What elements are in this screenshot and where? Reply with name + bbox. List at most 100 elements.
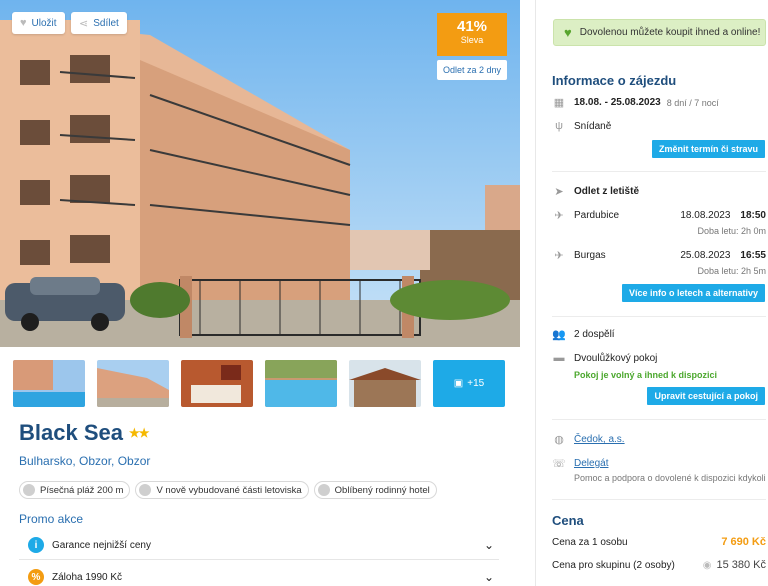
divider: [552, 499, 766, 500]
trip-dates: ▦ 18.08. - 25.08.2023 8 dní / 7 nocí: [552, 96, 766, 109]
hotel-main-photo[interactable]: ♥ Uložit ⋖ Sdílet 41% Sleva Odlet za 2 d…: [0, 0, 520, 347]
tag-beach: Písečná pláž 200 m: [19, 481, 131, 499]
star-rating-icon: ★★: [128, 426, 149, 440]
discount-label: Sleva: [460, 35, 484, 45]
banner-text: Dovolenou můžete koupit ihned a online!: [579, 27, 761, 38]
share-button[interactable]: ⋖ Sdílet: [71, 12, 127, 34]
check-icon: [139, 484, 152, 496]
departure-title: Odlet z letiště: [574, 186, 640, 197]
price-per-person-label: Cena za 1 osobu: [552, 536, 628, 548]
departure-chip: Odlet za 2 dny: [437, 60, 507, 80]
flight-return: ✈ Burgas 25.08.2023 16:55: [552, 249, 766, 262]
price-per-person: Cena za 1 osobu 7 690 Kč: [552, 536, 766, 548]
heart-icon: ♥: [20, 17, 27, 29]
gallery-icon: ▣: [453, 378, 464, 389]
divider: [552, 316, 766, 317]
travelers-label: 2 dospělí: [574, 329, 615, 340]
hotel-location[interactable]: Bulharsko, Obzor, Obzor: [19, 454, 150, 468]
info-icon: i: [28, 537, 44, 553]
users-icon: 👥: [552, 329, 566, 341]
percent-icon: %: [28, 569, 44, 585]
divider: [19, 559, 499, 560]
thumbnail-terrace[interactable]: [349, 360, 421, 407]
promo-item-price-guarantee[interactable]: i Garance nejnižší ceny ⌄: [28, 535, 494, 555]
trip-duration: 8 dní / 7 nocí: [666, 97, 719, 108]
globe-icon: ◍: [554, 434, 564, 446]
promo-label: Garance nejnižší ceny: [52, 539, 151, 551]
flight-date: 25.08.2023: [680, 250, 731, 261]
save-button[interactable]: ♥ Uložit: [12, 12, 65, 34]
thumbnail-building[interactable]: [97, 360, 169, 407]
hotel-tags: Písečná pláž 200 m V nově vybudované čás…: [19, 481, 437, 499]
thumbnail-pool[interactable]: [13, 360, 85, 407]
more-photos-button[interactable]: ▣ +15: [433, 360, 505, 407]
tag-label: Oblíbený rodinný hotel: [334, 484, 430, 496]
price-group-label: Cena pro skupinu (2 osoby): [552, 559, 675, 571]
tag-label: V nově vybudované části letoviska: [156, 484, 302, 496]
board-label: Snídaně: [574, 120, 612, 132]
delegate-link[interactable]: Delegát: [574, 458, 608, 469]
plane-landing-icon: ✈: [554, 250, 564, 262]
chevron-down-icon[interactable]: ⌄: [484, 538, 494, 552]
discount-badge: 41% Sleva: [437, 13, 507, 56]
agency: ◍ Čedok, a.s.: [552, 433, 766, 446]
flight-date: 18.08.2023: [680, 210, 731, 221]
hotel-title: Black Sea ★★: [19, 420, 149, 446]
flight-time: 16:55: [740, 250, 766, 261]
promo-item-deposit[interactable]: % Záloha 1990 Kč ⌄: [28, 567, 494, 586]
room-status-label: Pokoj je volný a ihned k dispozici: [574, 370, 718, 380]
thumbnail-pool-area[interactable]: [265, 360, 337, 407]
booking-sidebar: ♥ Dovolenou můžete koupit ihned a online…: [535, 0, 768, 586]
discount-percent: 41%: [456, 18, 488, 35]
hotel-name: Black Sea: [19, 420, 123, 445]
room-label: Dvoulůžkový pokoj: [574, 352, 658, 364]
more-photos-count: +15: [467, 378, 485, 389]
info-icon[interactable]: ◉: [703, 560, 712, 571]
share-label: Sdílet: [93, 17, 119, 29]
flights-info-button[interactable]: Více info o letech a alternativy: [621, 284, 765, 302]
change-term-button[interactable]: Změnit termín či stravu: [651, 140, 765, 158]
location-arrow-icon: ➤: [554, 186, 564, 198]
price-title: Cena: [552, 513, 584, 528]
chevron-down-icon[interactable]: ⌄: [484, 570, 494, 584]
tag-family: Oblíbený rodinný hotel: [313, 481, 437, 499]
edit-travelers-button[interactable]: Upravit cestující a pokoj: [647, 387, 765, 405]
price-group: Cena pro skupinu (2 osoby) ◉ 15 380 Kč: [552, 559, 766, 571]
delegate-note: Pomoc a podpora o dovolené k dispozici k…: [552, 473, 766, 483]
online-purchase-banner: ♥ Dovolenou můžete koupit ihned a online…: [553, 19, 766, 46]
flight-city: Pardubice: [574, 210, 620, 221]
check-icon: [23, 484, 35, 496]
promo-label: Záloha 1990 Kč: [52, 571, 123, 583]
flight-return-duration: Doba letu: 2h 5m: [552, 266, 766, 276]
flight-outbound-duration: Doba letu: 2h 0m: [552, 226, 766, 236]
date-range: 18.08. - 25.08.2023: [574, 97, 661, 108]
thumbnail-room[interactable]: [181, 360, 253, 407]
divider: [552, 419, 766, 420]
flight-duration: Doba letu: 2h 5m: [697, 266, 766, 276]
flight-city: Burgas: [574, 250, 606, 261]
price-per-person-value: 7 690 Kč: [721, 536, 766, 548]
tag-label: Písečná pláž 200 m: [40, 484, 124, 496]
thumbnail-strip: ▣ +15: [13, 360, 505, 407]
flight-duration: Doba letu: 2h 0m: [697, 226, 766, 236]
divider: [552, 171, 766, 172]
heart-icon: ♥: [564, 25, 572, 40]
support-icon: ☏: [552, 458, 566, 470]
price-group-value: 15 380 Kč: [716, 559, 766, 571]
check-icon: [317, 484, 330, 496]
board-type: ψ Snídaně: [552, 120, 766, 132]
bed-icon: ▬: [553, 352, 565, 364]
cutlery-icon: ψ: [555, 120, 563, 132]
plane-takeoff-icon: ✈: [554, 210, 564, 222]
flight-time: 18:50: [740, 210, 766, 221]
departure-airport-header: ➤ Odlet z letiště: [552, 185, 766, 198]
flight-outbound: ✈ Pardubice 18.08.2023 18:50: [552, 209, 766, 222]
room-status: Pokoj je volný a ihned k dispozici: [552, 370, 766, 380]
tag-new-area: V nově vybudované části letoviska: [135, 481, 309, 499]
travelers: 👥 2 dospělí: [552, 328, 766, 341]
calendar-icon: ▦: [553, 97, 565, 109]
agency-link[interactable]: Čedok, a.s.: [574, 434, 625, 445]
save-label: Uložit: [31, 17, 57, 29]
delegate-note-text: Pomoc a podpora o dovolené k dispozici k…: [574, 473, 766, 483]
share-icon: ⋖: [79, 17, 89, 30]
